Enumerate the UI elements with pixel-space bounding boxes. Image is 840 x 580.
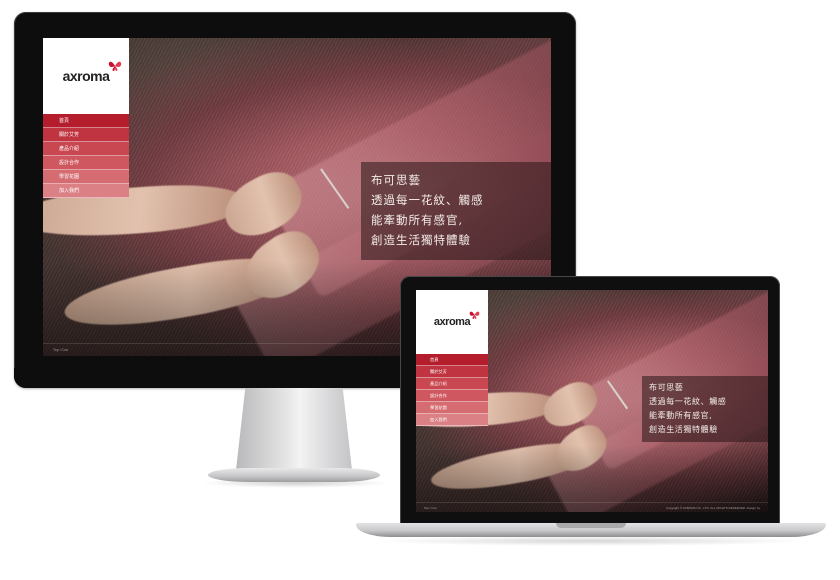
nav-item-home[interactable]: 首頁 [416, 354, 488, 366]
site-footer: Top / Con Copyright © AXROMA CO., LTD. A… [416, 502, 768, 512]
footer-copyright: Copyright © AXROMA CO., LTD. ALL RIGHTS … [666, 505, 760, 510]
laptop-opening-notch [556, 523, 626, 528]
nav-item-about[interactable]: 關於艾芳 [43, 128, 129, 142]
axroma-logo: axroma [62, 61, 122, 84]
footer-top-link[interactable]: Top / Con [53, 348, 68, 352]
nav-item-design[interactable]: 設計合作 [416, 390, 488, 402]
logo-box[interactable]: axroma [43, 38, 129, 114]
tagline-line-2: 透過每一花紋、觸感 [371, 193, 484, 207]
nav-item-about[interactable]: 關於艾芳 [416, 366, 488, 378]
monitor-stand-base [208, 468, 380, 482]
logo-text: axroma [62, 68, 110, 84]
monitor-stand-neck [236, 388, 352, 470]
laptop-shadow [372, 536, 812, 546]
hero-tagline: 布可思藝 透過每一花紋、觸感 能牽動所有感官, 創造生活獨特體驗 [642, 376, 768, 442]
nav-item-design[interactable]: 設計合作 [43, 156, 129, 170]
main-nav: 首頁 關於艾芳 產品介紹 設計合作 學習花園 加入我們 [416, 354, 488, 426]
nav-item-join[interactable]: 加入我們 [43, 184, 129, 198]
nav-item-join[interactable]: 加入我們 [416, 414, 488, 426]
nav-item-learning[interactable]: 學習花園 [416, 402, 488, 414]
tagline-line-4: 創造生活獨特體驗 [649, 425, 718, 434]
logo-box[interactable]: axroma [416, 290, 488, 354]
tagline-line-4: 創造生活獨特體驗 [371, 233, 471, 247]
footer-top-link[interactable]: Top / Con [424, 506, 437, 510]
tagline-line-3: 能牽動所有感官, [371, 213, 464, 227]
axroma-logo: axroma [433, 311, 480, 328]
nav-item-home[interactable]: 首頁 [43, 114, 129, 128]
butterfly-logo-icon [469, 311, 480, 319]
tagline-line-1: 布可思藝 [371, 173, 421, 187]
nav-item-products[interactable]: 產品介紹 [43, 142, 129, 156]
tagline-line-2: 透過每一花紋、觸感 [649, 397, 727, 406]
tagline-line-1: 布可思藝 [649, 383, 684, 392]
nav-item-learning[interactable]: 學習花園 [43, 170, 129, 184]
tagline-line-3: 能牽動所有感官, [649, 411, 713, 420]
nav-item-products[interactable]: 產品介紹 [416, 378, 488, 390]
hero-tagline: 布可思藝 透過每一花紋、觸感 能牽動所有感官, 創造生活獨特體驗 [361, 162, 551, 260]
butterfly-logo-icon [109, 61, 122, 71]
laptop-website-screen: axroma 首頁 關於艾芳 產品介紹 設計合作 學習花園 加入我們 布可思藝 … [416, 290, 768, 512]
logo-text: axroma [433, 316, 471, 328]
main-nav: 首頁 關於艾芳 產品介紹 設計合作 學習花園 加入我們 [43, 114, 129, 198]
